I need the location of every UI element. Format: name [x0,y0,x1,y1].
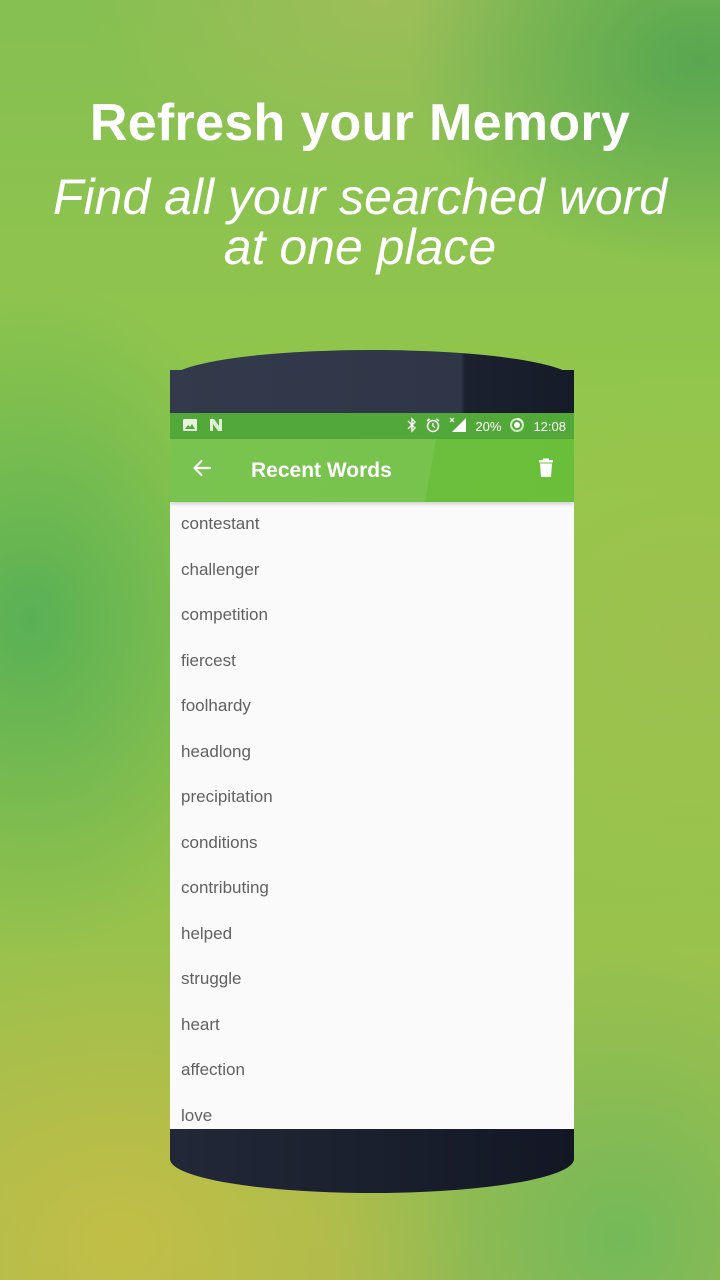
battery-percentage: 20% [475,418,502,434]
list-item[interactable]: headlong [170,729,574,775]
n-notification-icon [208,418,224,435]
list-item[interactable]: contestant [170,501,574,547]
promo-subline: Find all your searched word at one place [0,172,720,272]
phone-screen: 20% 12:08 Recent Words contestant challe… [170,413,574,1129]
list-item[interactable]: challenger [170,547,574,593]
app-bar: Recent Words [170,439,574,502]
list-item[interactable]: contributing [170,865,574,911]
phone-bottom-bezel [170,1129,574,1193]
phone-top-bezel-fill [170,370,574,414]
trash-icon [538,458,554,483]
list-item[interactable]: affection [170,1047,574,1093]
status-bar: 20% 12:08 [170,413,574,439]
arrow-left-icon [192,459,212,482]
list-item[interactable]: helped [170,911,574,957]
list-item[interactable]: love [170,1093,574,1130]
alarm-icon [425,417,441,436]
list-item[interactable]: precipitation [170,774,574,820]
clock: 12:08 [533,418,566,434]
back-button[interactable] [172,439,232,502]
list-item[interactable]: struggle [170,956,574,1002]
signal-icon [449,417,467,436]
bluetooth-icon [407,416,417,436]
recent-words-list: contestant challenger competition fierce… [170,501,574,1129]
image-icon [182,418,198,435]
promo-subline-line-1: Find all your searched word [52,169,668,225]
list-item[interactable]: conditions [170,820,574,866]
list-item[interactable]: foolhardy [170,683,574,729]
page-title: Recent Words [251,458,392,482]
list-item[interactable]: heart [170,1002,574,1048]
promo-headline: Refresh your Memory [89,94,631,152]
battery-saver-icon [509,417,525,436]
phone-mockup: 20% 12:08 Recent Words contestant challe… [170,350,574,1193]
list-item[interactable]: fiercest [170,638,574,684]
delete-all-button[interactable] [518,439,574,502]
list-item[interactable]: competition [170,592,574,638]
promo-subline-line-2: at one place [223,219,497,275]
